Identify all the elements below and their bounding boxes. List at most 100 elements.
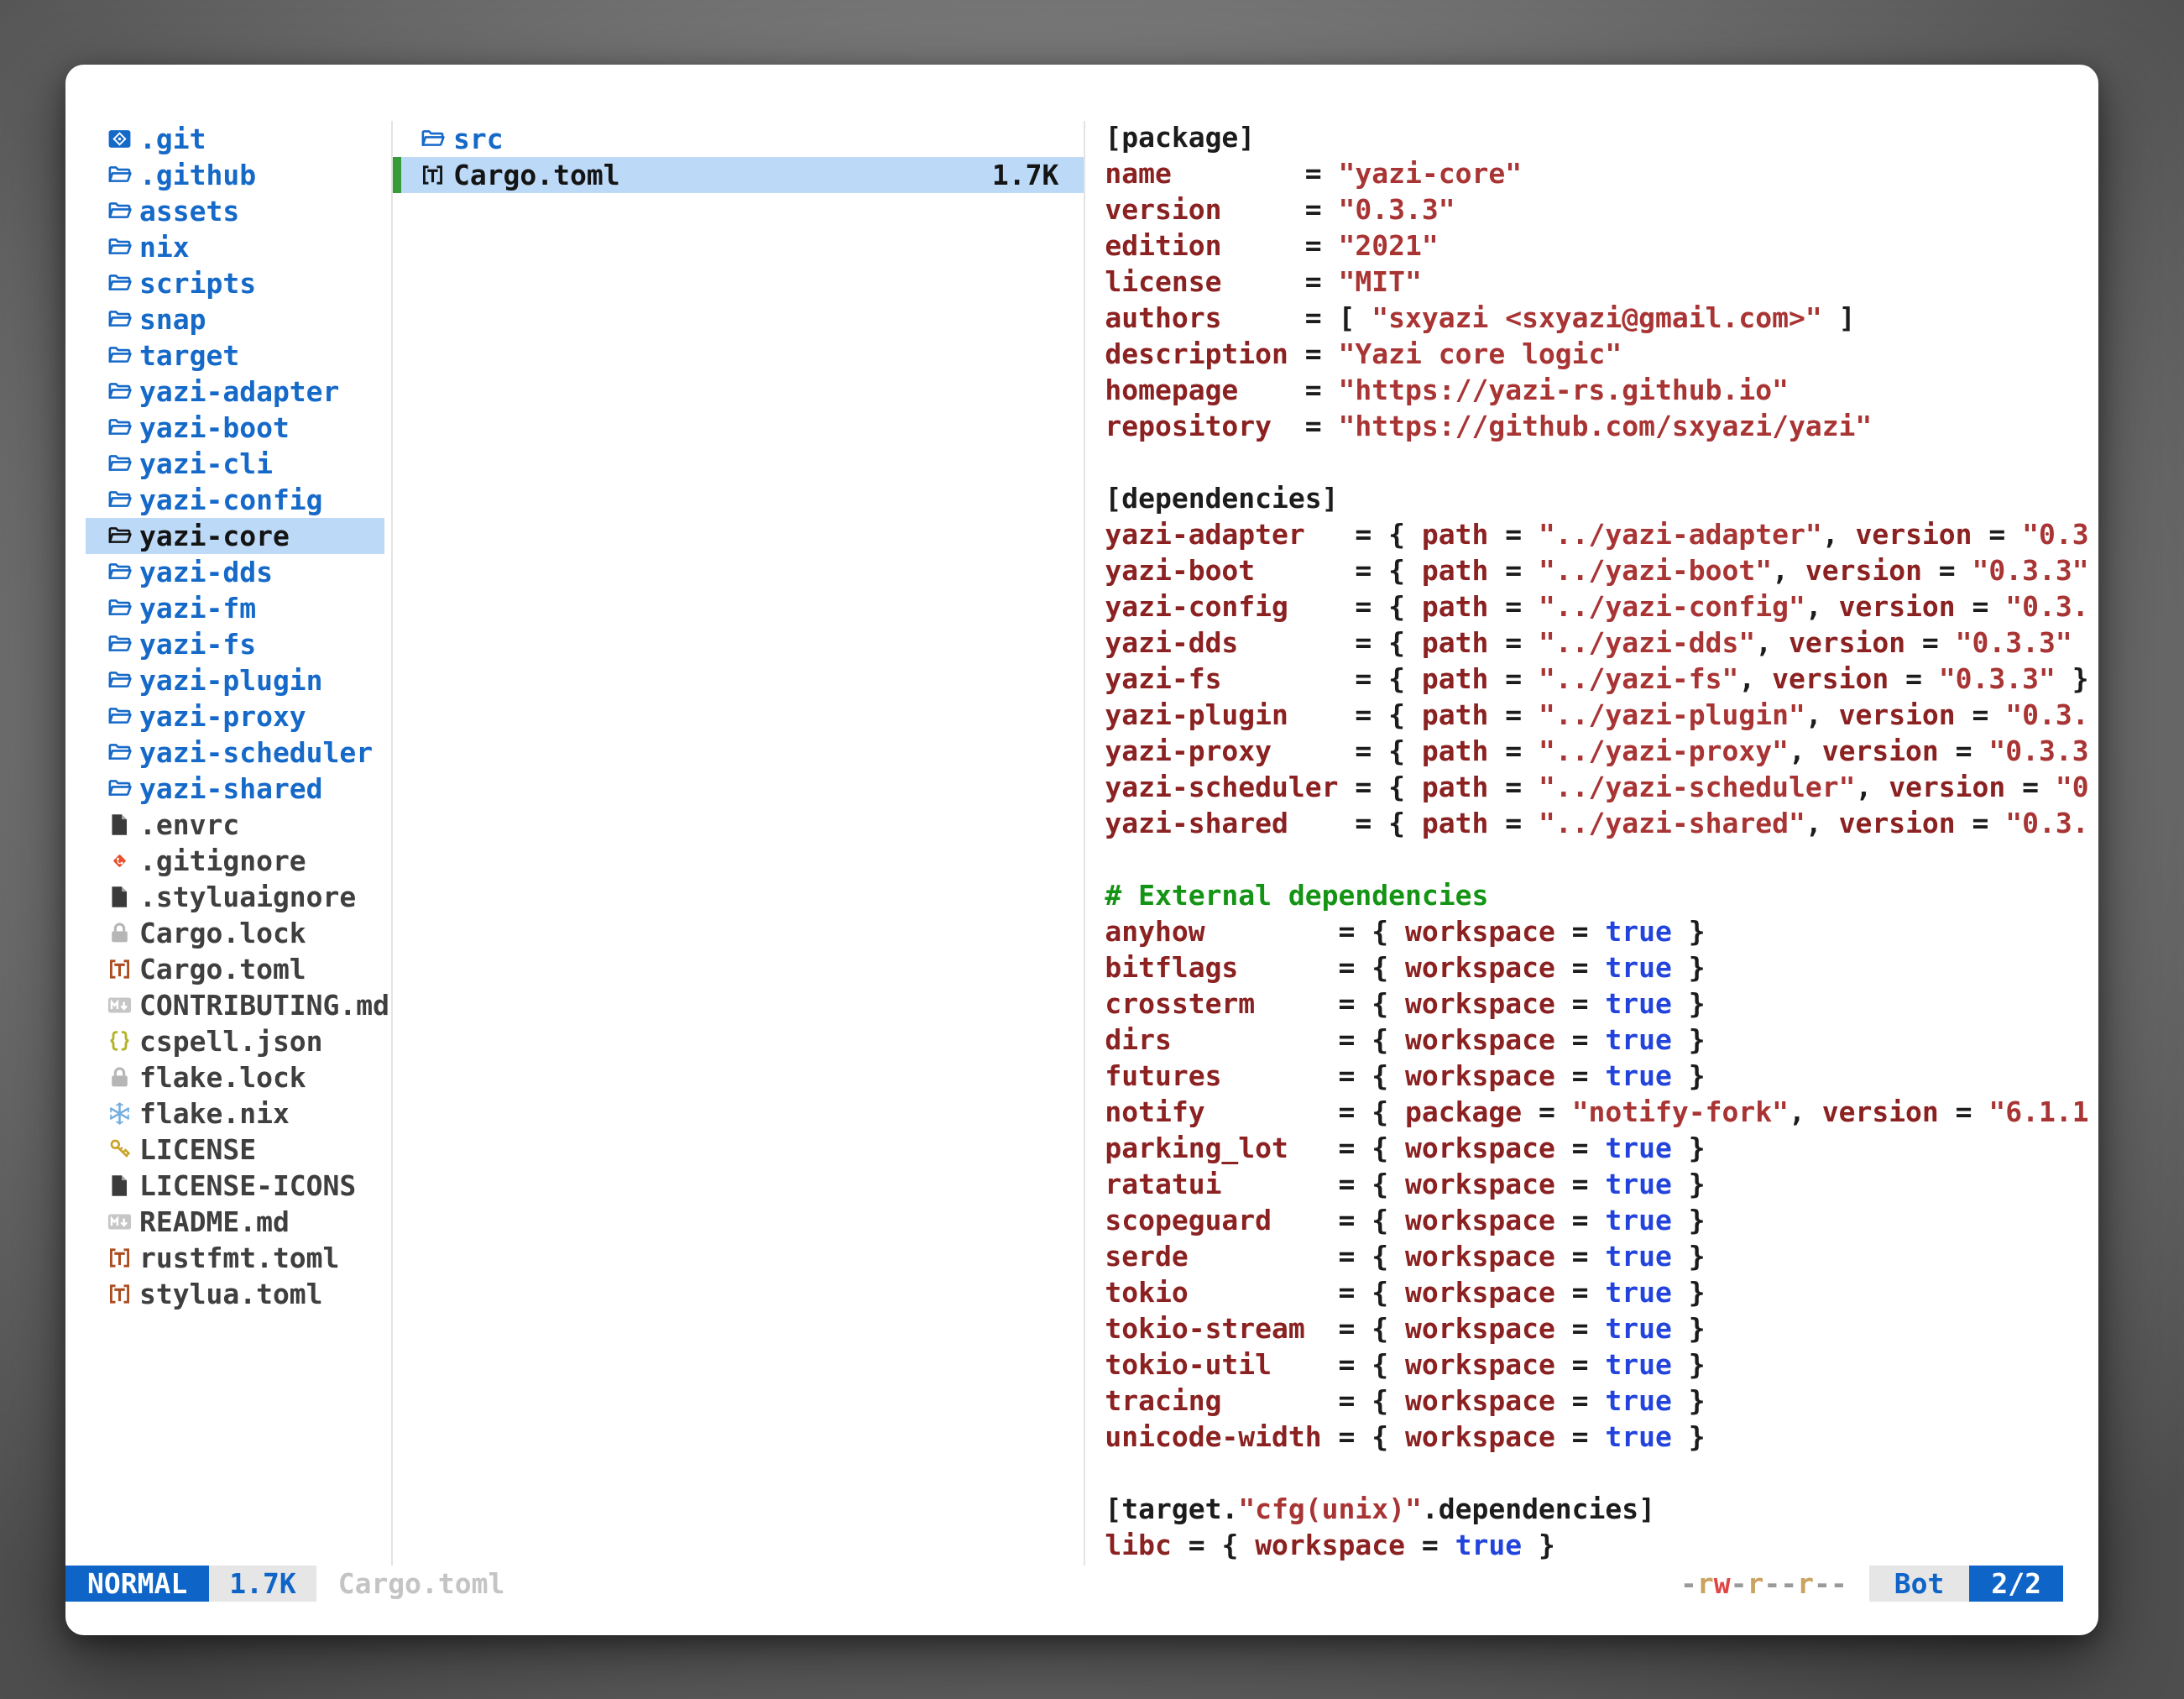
preview-line: crossterm = { workspace = true } bbox=[1105, 987, 2098, 1023]
preview-line: tokio-stream = { workspace = true } bbox=[1105, 1312, 2098, 1348]
folder-icon bbox=[418, 123, 448, 156]
current-pane: srcCargo.toml1.7K bbox=[391, 121, 1084, 1566]
parent-item-CONTRIBUTING.md[interactable]: CONTRIBUTING.md bbox=[86, 987, 384, 1023]
file-name-label: target bbox=[139, 339, 239, 372]
file-name-label: Cargo.toml bbox=[139, 953, 306, 985]
folder-icon bbox=[104, 772, 134, 806]
current-item-Cargo.toml[interactable]: Cargo.toml1.7K bbox=[393, 157, 1084, 193]
parent-item-yazi-config[interactable]: yazi-config bbox=[86, 482, 384, 518]
parent-item-LICENSE-ICONS[interactable]: LICENSE-ICONS bbox=[86, 1168, 384, 1204]
file-name-label: nix bbox=[139, 231, 190, 264]
parent-item-yazi-fs[interactable]: yazi-fs bbox=[86, 626, 384, 662]
preview-line: [dependencies] bbox=[1105, 482, 2098, 518]
parent-item-Cargo.toml[interactable]: Cargo.toml bbox=[86, 951, 384, 987]
yazi-window: .git.githubassetsnixscriptssnaptargetyaz… bbox=[65, 65, 2098, 1635]
parent-item-yazi-boot[interactable]: yazi-boot bbox=[86, 410, 384, 446]
status-right-group: -rw-r--r-- Bot 2/2 bbox=[1680, 1566, 2063, 1602]
preview-line: tokio-util = { workspace = true } bbox=[1105, 1348, 2098, 1384]
file-name-label: .git bbox=[139, 123, 206, 155]
file-name-label: .github bbox=[139, 159, 256, 191]
parent-item-yazi-cli[interactable]: yazi-cli bbox=[86, 446, 384, 482]
parent-item-stylua.toml[interactable]: stylua.toml bbox=[86, 1276, 384, 1312]
parent-item-yazi-proxy[interactable]: yazi-proxy bbox=[86, 698, 384, 734]
parent-item-cspell.json[interactable]: cspell.json bbox=[86, 1023, 384, 1059]
file-name-label: yazi-shared bbox=[139, 772, 323, 805]
preview-line: parking_lot = { workspace = true } bbox=[1105, 1132, 2098, 1168]
preview-line: yazi-boot = { path = "../yazi-boot", ver… bbox=[1105, 554, 2098, 590]
folder-icon bbox=[104, 484, 134, 517]
parent-item-flake.nix[interactable]: flake.nix bbox=[86, 1095, 384, 1132]
status-bar: NORMAL 1.7K Cargo.toml -rw-r--r-- Bot 2/… bbox=[65, 1566, 2098, 1602]
gitfolder-icon bbox=[104, 123, 134, 156]
preview-line: anyhow = { workspace = true } bbox=[1105, 915, 2098, 951]
file-name-label: README.md bbox=[139, 1205, 290, 1238]
panes: .git.githubassetsnixscriptssnaptargetyaz… bbox=[65, 121, 2098, 1566]
toml-icon bbox=[418, 159, 448, 192]
parent-item-target[interactable]: target bbox=[86, 337, 384, 374]
parent-item-assets[interactable]: assets bbox=[86, 193, 384, 229]
parent-item-.envrc[interactable]: .envrc bbox=[86, 807, 384, 843]
current-item-src[interactable]: src bbox=[393, 121, 1084, 157]
preview-line: yazi-fs = { path = "../yazi-fs", version… bbox=[1105, 662, 2098, 698]
preview-line bbox=[1105, 1456, 2098, 1493]
parent-item-nix[interactable]: nix bbox=[86, 229, 384, 265]
file-name-label: yazi-boot bbox=[139, 411, 290, 444]
preview-line bbox=[1105, 446, 2098, 482]
preview-line: # External dependencies bbox=[1105, 879, 2098, 915]
parent-item-scripts[interactable]: scripts bbox=[86, 265, 384, 301]
parent-item-snap[interactable]: snap bbox=[86, 301, 384, 337]
folder-icon bbox=[104, 700, 134, 734]
parent-item-yazi-fm[interactable]: yazi-fm bbox=[86, 590, 384, 626]
file-name-label: .gitignore bbox=[139, 844, 306, 877]
folder-icon bbox=[104, 447, 134, 481]
preview-line: repository = "https://github.com/sxyazi/… bbox=[1105, 410, 2098, 446]
parent-item-flake.lock[interactable]: flake.lock bbox=[86, 1059, 384, 1095]
file-name-label: yazi-proxy bbox=[139, 700, 306, 733]
file-name-label: .styluaignore bbox=[139, 881, 356, 913]
file-icon bbox=[104, 881, 134, 914]
folder-icon bbox=[104, 736, 134, 770]
parent-item-Cargo.lock[interactable]: Cargo.lock bbox=[86, 915, 384, 951]
parent-item-yazi-scheduler[interactable]: yazi-scheduler bbox=[86, 734, 384, 771]
parent-item-rustfmt.toml[interactable]: rustfmt.toml bbox=[86, 1240, 384, 1276]
file-name-label: Cargo.toml bbox=[453, 159, 620, 191]
parent-item-LICENSE[interactable]: LICENSE bbox=[86, 1132, 384, 1168]
preview-line: description = "Yazi core logic" bbox=[1105, 337, 2098, 374]
file-icon bbox=[104, 1169, 134, 1203]
parent-item-yazi-shared[interactable]: yazi-shared bbox=[86, 771, 384, 807]
file-name-label: LICENSE bbox=[139, 1133, 256, 1166]
preview-line: tracing = { workspace = true } bbox=[1105, 1384, 2098, 1420]
parent-item-README.md[interactable]: README.md bbox=[86, 1204, 384, 1240]
position-badge: Bot bbox=[1869, 1566, 1970, 1602]
file-name-label: yazi-config bbox=[139, 484, 323, 516]
mode-badge: NORMAL bbox=[65, 1566, 209, 1602]
preview-line: unicode-width = { workspace = true } bbox=[1105, 1420, 2098, 1456]
lock-icon bbox=[104, 1061, 134, 1095]
parent-item-yazi-plugin[interactable]: yazi-plugin bbox=[86, 662, 384, 698]
nix-icon bbox=[104, 1097, 134, 1131]
file-size-badge: 1.7K bbox=[209, 1566, 316, 1602]
parent-item-.gitignore[interactable]: .gitignore bbox=[86, 843, 384, 879]
preview-line: yazi-dds = { path = "../yazi-dds", versi… bbox=[1105, 626, 2098, 662]
parent-item-yazi-core[interactable]: yazi-core bbox=[86, 518, 384, 554]
parent-item-.styluaignore[interactable]: .styluaignore bbox=[86, 879, 384, 915]
preview-line: yazi-plugin = { path = "../yazi-plugin",… bbox=[1105, 698, 2098, 734]
parent-item-yazi-dds[interactable]: yazi-dds bbox=[86, 554, 384, 590]
preview-line: edition = "2021" bbox=[1105, 229, 2098, 265]
preview-line: version = "0.3.3" bbox=[1105, 193, 2098, 229]
file-name-label: .envrc bbox=[139, 808, 239, 841]
preview-pane: [package]name = "yazi-core"version = "0.… bbox=[1084, 121, 2098, 1566]
parent-item-yazi-adapter[interactable]: yazi-adapter bbox=[86, 374, 384, 410]
folder-icon bbox=[104, 556, 134, 589]
toml-icon bbox=[104, 1278, 134, 1311]
parent-item-.github[interactable]: .github bbox=[86, 157, 384, 193]
file-name-label: CONTRIBUTING.md bbox=[139, 989, 389, 1022]
preview-line: tokio = { workspace = true } bbox=[1105, 1276, 2098, 1312]
toml-icon bbox=[104, 953, 134, 986]
keys-icon bbox=[104, 1133, 134, 1167]
preview-line bbox=[1105, 843, 2098, 879]
file-name-label: yazi-fm bbox=[139, 592, 256, 625]
parent-item-.git[interactable]: .git bbox=[86, 121, 384, 157]
preview-line: serde = { workspace = true } bbox=[1105, 1240, 2098, 1276]
folder-icon bbox=[104, 592, 134, 625]
